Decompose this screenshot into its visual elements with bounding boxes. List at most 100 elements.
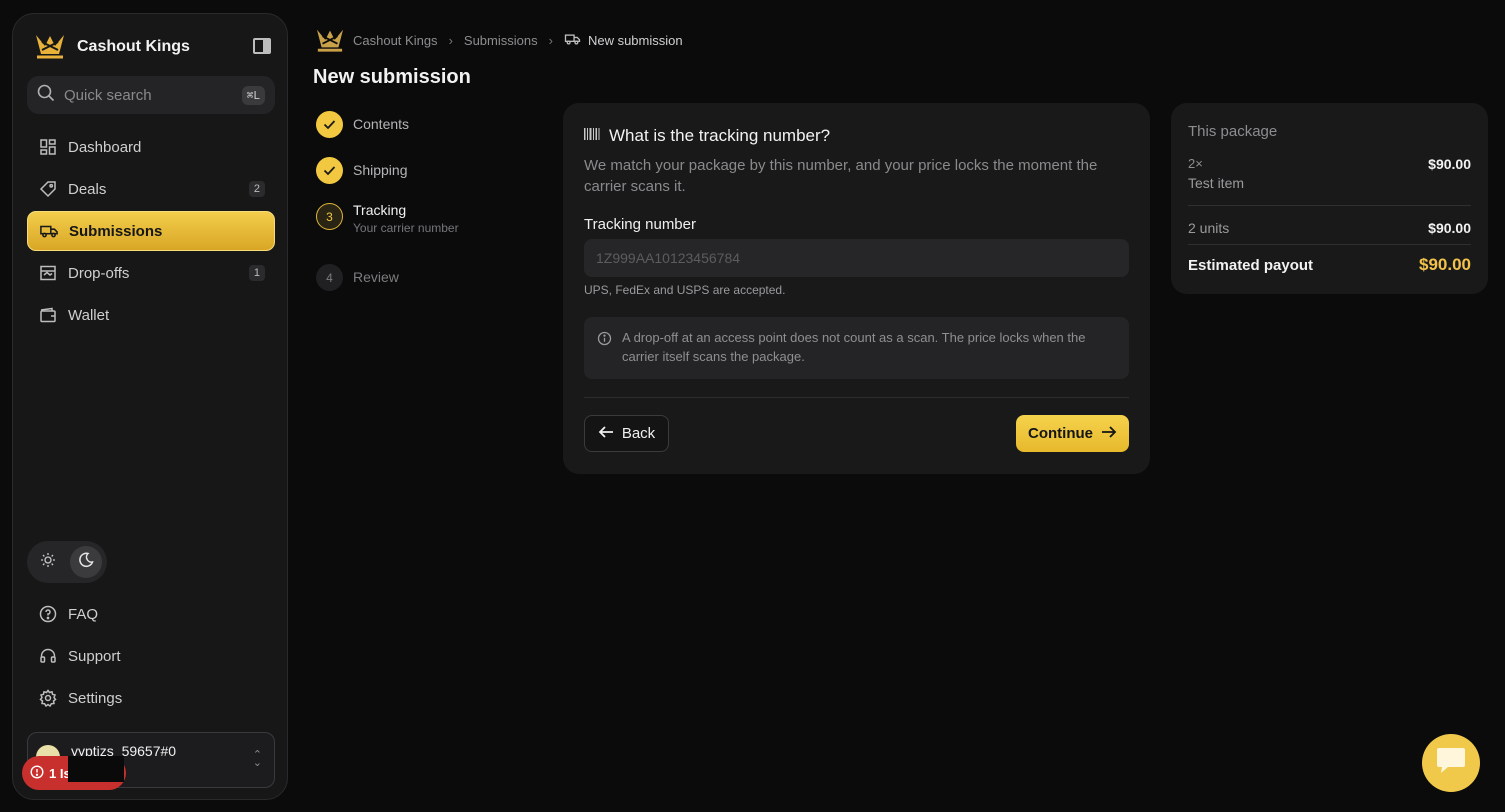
back-button-label: Back [621, 425, 656, 442]
chevron-right-icon: › [548, 32, 553, 48]
step-review: 4 Review [316, 264, 536, 310]
sidebar-item-label: Support [68, 647, 121, 665]
search-placeholder: Quick search [64, 86, 152, 104]
wallet-icon [39, 306, 57, 324]
help-icon [39, 605, 57, 623]
form-heading: What is the tracking number? [584, 126, 830, 146]
continue-button-label: Continue [1028, 425, 1093, 442]
step-shipping[interactable]: Shipping [316, 157, 536, 203]
package-summary: This package 2× Test item $90.00 2 units… [1171, 103, 1488, 294]
light-mode-button[interactable] [32, 546, 64, 578]
carrier-hint: UPS, FedEx and USPS are accepted. [584, 283, 786, 297]
units-count: 2 units [1188, 220, 1230, 236]
sidebar-item-support[interactable]: Support [27, 636, 275, 676]
breadcrumb: Cashout Kings › Submissions › New submis… [314, 25, 683, 55]
continue-button[interactable]: Continue [1016, 415, 1129, 452]
page-title: New submission [313, 66, 471, 88]
deals-count-badge: 2 [248, 181, 265, 197]
arrow-right-icon [1101, 425, 1117, 443]
breadcrumb-current-label: New submission [587, 32, 683, 48]
tracking-form-card: What is the tracking number? We match yo… [563, 103, 1150, 474]
brand-name: Cashout Kings [77, 38, 190, 55]
info-note: A drop-off at an access point does not c… [584, 317, 1129, 379]
quick-search[interactable]: Quick search ⌘L [27, 76, 275, 114]
form-description: We match your package by this number, an… [584, 157, 1098, 195]
crown-logo-icon [33, 30, 67, 65]
sidebar-item-label: Wallet [68, 306, 110, 324]
sidebar-item-label: Dashboard [68, 138, 142, 156]
summary-title: This package [1188, 123, 1278, 140]
sidebar-item-deals[interactable]: Deals 2 [27, 169, 275, 209]
truck-icon [40, 222, 58, 240]
estimated-payout-value: $90.00 [1419, 255, 1471, 274]
redaction-block [68, 756, 124, 782]
sidebar-item-label: Deals [68, 180, 107, 198]
sidebar-item-settings[interactable]: Settings [27, 678, 275, 718]
breadcrumb-home[interactable]: Cashout Kings [314, 25, 438, 56]
sidebar-item-faq[interactable]: FAQ [27, 594, 275, 634]
chevron-up-down-icon: ⌃ ⌄ [252, 749, 262, 769]
sidebar-collapse-icon[interactable] [253, 38, 271, 54]
sidebar-item-label: Submissions [69, 222, 163, 240]
tag-icon [39, 180, 57, 198]
item-quantity: 2× [1188, 156, 1203, 171]
tracking-number-input[interactable] [584, 239, 1129, 277]
check-icon [316, 157, 343, 184]
breadcrumb-current: New submission [564, 32, 683, 49]
arrow-left-icon [598, 425, 614, 443]
sidebar-item-dashboard[interactable]: Dashboard [27, 127, 275, 167]
breadcrumb-submissions[interactable]: Submissions [464, 33, 538, 48]
sidebar-item-drop-offs[interactable]: Drop-offs 1 [27, 253, 275, 293]
step-label: Contents [353, 116, 410, 132]
secondary-nav: FAQ Support Settings [27, 594, 275, 720]
back-button[interactable]: Back [584, 415, 669, 452]
estimated-payout-label: Estimated payout [1188, 257, 1314, 274]
chevron-right-icon: › [448, 32, 453, 48]
item-price: $90.00 [1428, 156, 1471, 172]
crown-logo-icon [314, 25, 346, 56]
info-note-text: A drop-off at an access point does not c… [622, 330, 1086, 364]
form-heading-text: What is the tracking number? [609, 126, 831, 145]
units-price: $90.00 [1428, 220, 1471, 236]
dashboard-icon [39, 138, 57, 156]
store-icon [39, 264, 57, 282]
sun-icon [40, 552, 56, 573]
divider [1188, 244, 1471, 245]
step-tracking: 3 Tracking Your carrier number [316, 202, 536, 264]
tracking-number-label: Tracking number [584, 216, 696, 233]
submission-stepper: Contents Shipping 3 Tracking Your carrie… [316, 111, 536, 310]
item-name: Test item [1188, 175, 1245, 191]
step-label: Shipping [353, 162, 408, 178]
gear-icon [39, 689, 57, 707]
sidebar: Cashout Kings Quick search ⌘L Dashboard … [12, 13, 288, 800]
barcode-icon [584, 126, 600, 146]
divider [584, 397, 1129, 398]
step-number: 3 [316, 203, 343, 230]
sidebar-item-submissions[interactable]: Submissions [27, 211, 275, 251]
check-icon [316, 111, 343, 138]
brand[interactable]: Cashout Kings [33, 32, 190, 62]
dark-mode-button[interactable] [70, 546, 102, 578]
sidebar-item-label: FAQ [68, 605, 99, 623]
sidebar-item-wallet[interactable]: Wallet [27, 295, 275, 335]
main-nav: Dashboard Deals 2 Submissions Drop-offs [27, 127, 275, 337]
search-icon [37, 84, 55, 107]
step-label: Review [353, 269, 399, 285]
app: Cashout Kings Quick search ⌘L Dashboard … [0, 0, 1505, 812]
search-shortcut: ⌘L [241, 85, 265, 105]
chat-button[interactable] [1422, 734, 1480, 792]
sidebar-item-label: Settings [68, 689, 123, 707]
chat-bubble-icon [1434, 746, 1468, 781]
step-label: Tracking [353, 202, 407, 218]
sidebar-item-label: Drop-offs [68, 264, 130, 282]
drop-offs-count-badge: 1 [248, 265, 265, 281]
truck-icon [564, 32, 581, 49]
alert-circle-icon [30, 764, 44, 782]
step-number: 4 [316, 264, 343, 291]
moon-icon [78, 552, 94, 573]
breadcrumb-home-label: Cashout Kings [353, 32, 438, 48]
theme-toggle[interactable] [27, 541, 107, 583]
step-sublabel: Your carrier number [353, 221, 459, 235]
step-contents[interactable]: Contents [316, 111, 536, 157]
info-icon [597, 331, 612, 351]
